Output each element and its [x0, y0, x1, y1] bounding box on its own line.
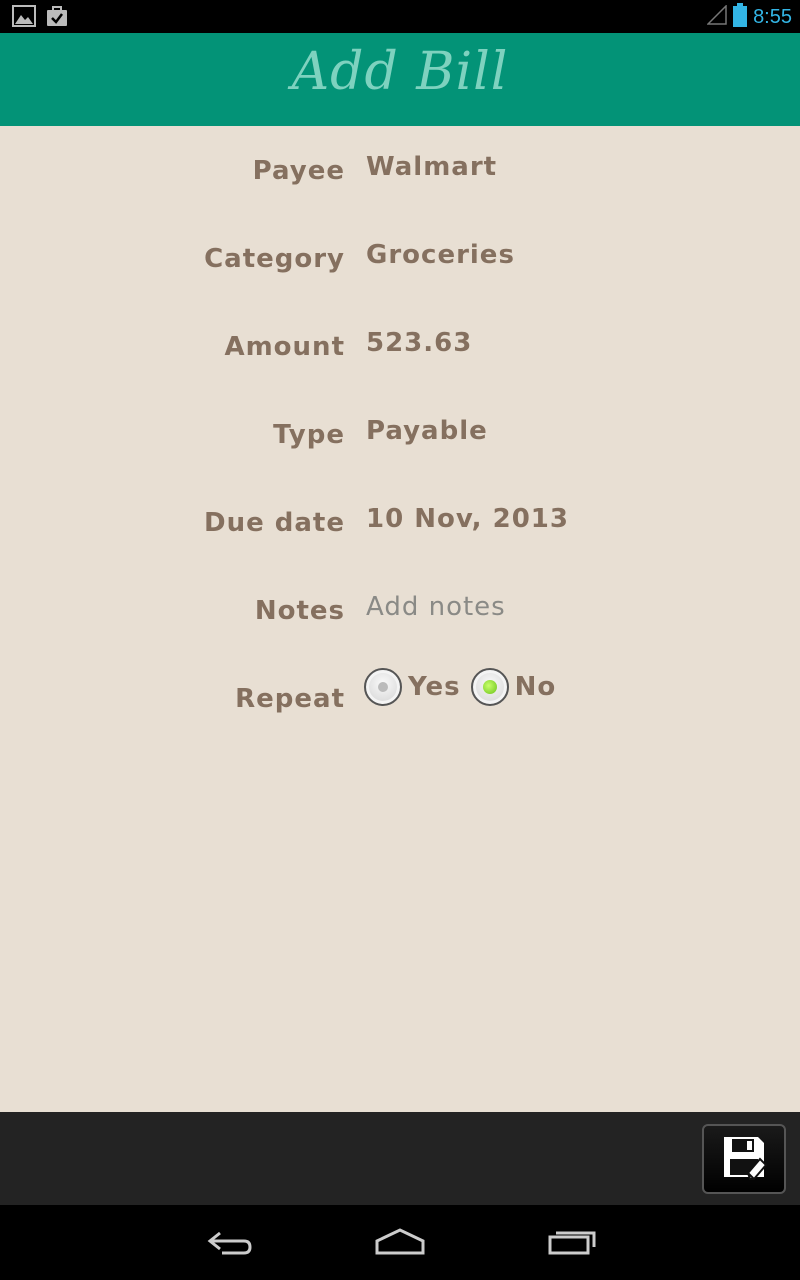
status-bar: 8:55 — [0, 0, 800, 33]
radio-dot-selected — [482, 680, 497, 694]
notes-row: Notes Add notes — [0, 592, 800, 656]
notes-label: Notes — [254, 596, 345, 626]
category-label: Category — [204, 244, 345, 274]
amount-field[interactable]: 523.63 — [366, 328, 472, 358]
repeat-row: Repeat Yes No — [0, 668, 800, 744]
signal-icon — [706, 4, 727, 29]
app-header: Add Bill — [0, 33, 800, 126]
due-date-label: Due date — [204, 508, 345, 538]
bottom-action-bar — [0, 1112, 800, 1205]
payee-field[interactable]: Walmart — [366, 152, 497, 182]
payee-label: Payee — [252, 156, 345, 186]
back-icon[interactable] — [206, 1227, 254, 1261]
payee-row: Payee Walmart — [0, 152, 800, 216]
repeat-radio-group: Yes No — [364, 668, 566, 706]
page-title: Add Bill — [291, 41, 509, 102]
amount-label: Amount — [224, 332, 345, 362]
save-button[interactable] — [702, 1124, 786, 1194]
home-icon[interactable] — [375, 1227, 425, 1261]
repeat-yes-radio[interactable] — [364, 668, 402, 706]
repeat-label: Repeat — [235, 684, 345, 714]
repeat-no-label[interactable]: No — [515, 672, 557, 702]
save-icon — [720, 1133, 768, 1185]
amount-row: Amount 523.63 — [0, 328, 800, 392]
type-field[interactable]: Payable — [366, 416, 488, 446]
clock: 8:55 — [753, 6, 792, 28]
battery-icon — [733, 3, 748, 31]
radio-dot — [378, 682, 388, 692]
shopping-bag-icon — [46, 5, 68, 31]
image-icon — [12, 5, 36, 31]
category-field[interactable]: Groceries — [366, 240, 515, 270]
category-row: Category Groceries — [0, 240, 800, 304]
repeat-no-radio[interactable] — [470, 668, 509, 706]
recents-icon[interactable] — [548, 1227, 596, 1261]
type-row: Type Payable — [0, 416, 800, 480]
navigation-bar — [0, 1205, 800, 1280]
type-label: Type — [273, 420, 345, 450]
due-date-row: Due date 10 Nov, 2013 — [0, 504, 800, 568]
repeat-yes-label[interactable]: Yes — [408, 672, 461, 702]
notes-field[interactable]: Add notes — [366, 592, 506, 622]
due-date-field[interactable]: 10 Nov, 2013 — [366, 504, 569, 534]
